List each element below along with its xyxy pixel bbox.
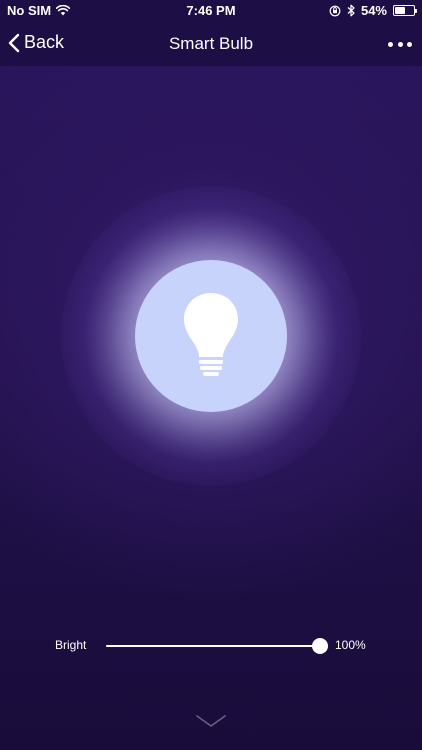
brightness-label: Bright	[55, 638, 87, 652]
status-right: 54%	[329, 3, 417, 18]
battery-fill	[395, 7, 405, 14]
light-bulb-icon	[184, 293, 238, 376]
more-dots-icon[interactable]	[388, 34, 412, 54]
bulb-toggle-button[interactable]	[135, 260, 287, 412]
bluetooth-icon	[347, 4, 355, 17]
slider-fill	[106, 645, 320, 647]
brightness-slider[interactable]	[106, 636, 328, 656]
page-title: Smart Bulb	[168, 34, 254, 53]
dot	[407, 41, 412, 47]
battery-percent: 54%	[360, 3, 387, 18]
slider-thumb[interactable]	[312, 638, 328, 654]
status-bar: No SIM 7:46 PM 54%	[0, 0, 422, 22]
chevron-down-icon[interactable]	[195, 714, 227, 728]
orientation-lock-icon	[329, 5, 341, 16]
smart-bulb-screen: No SIM 7:46 PM 54% Back Smart Bulb Brigh…	[0, 0, 422, 750]
brightness-value: 100%	[335, 638, 366, 652]
dot	[397, 41, 403, 47]
navigation-bar: Back Smart Bulb	[0, 22, 422, 66]
dot	[388, 41, 393, 47]
battery-icon	[393, 5, 417, 16]
